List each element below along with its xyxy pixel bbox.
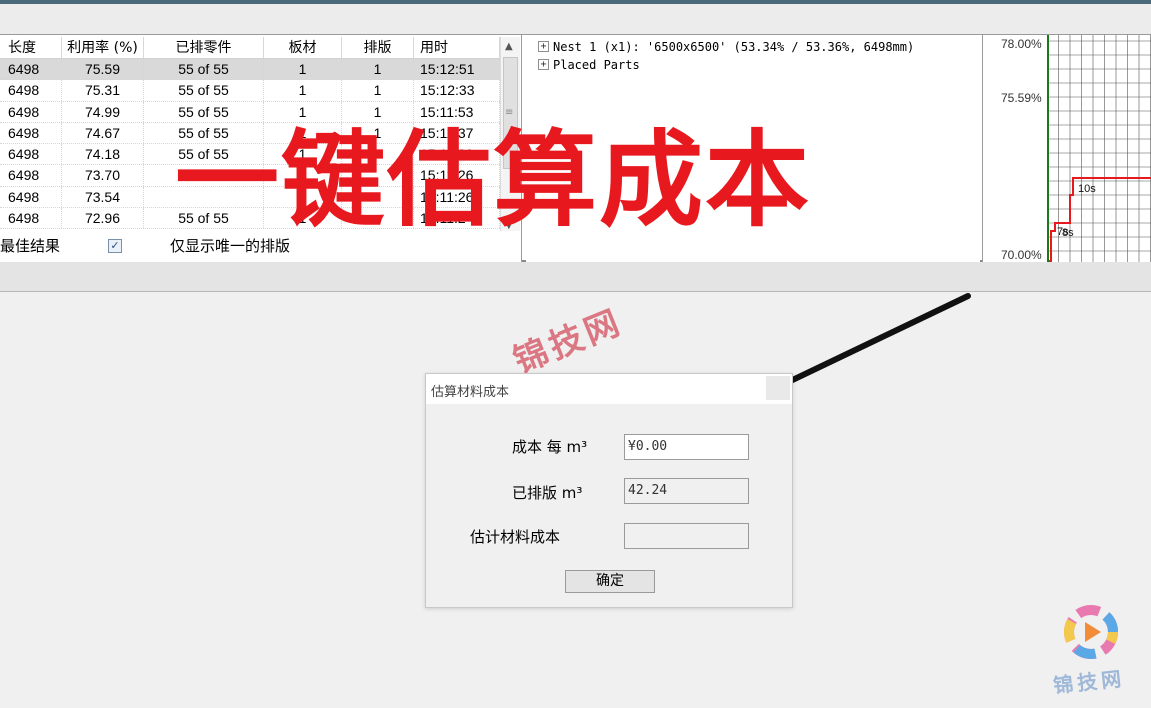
graph-label-bottom: 70.00%: [1001, 248, 1042, 262]
estimate-cost-dialog: 估算材料成本 成本 每 m³ ¥0.00 已排版 m³ 42.24 估计材料成本…: [425, 373, 793, 608]
table-cell: 15:12:33: [414, 80, 500, 101]
top-toolbar: [0, 0, 1151, 34]
col-header-layouts[interactable]: 排版: [342, 37, 414, 58]
nested-volume-label: 已排版 m³: [512, 484, 583, 502]
utilization-graph: 78.00% 75.59% 70.00% 10s 7s 8s: [982, 35, 1151, 263]
table-cell: 75.59: [62, 59, 144, 80]
table-row[interactable]: 6498 75.59 55 of 55 1 1 15:12:51: [0, 59, 500, 81]
ok-button[interactable]: 确定: [565, 570, 655, 593]
table-cell: 6498: [0, 59, 62, 80]
tree-item-nest[interactable]: + Nest 1 (x1): '6500x6500' (53.34% / 53.…: [538, 38, 914, 55]
table-cell: 1: [264, 59, 342, 80]
table-cell: 1: [342, 59, 414, 80]
table-cell: 6498: [0, 186, 62, 208]
col-header-time[interactable]: 用时: [414, 37, 500, 58]
unique-only-checkbox[interactable]: ✓: [108, 239, 122, 253]
table-cell: 6498: [0, 208, 62, 229]
graph-label-top: 78.00%: [1001, 37, 1042, 51]
graph-annotation: 8s: [1062, 227, 1074, 239]
table-cell: 15:12:51: [414, 59, 500, 80]
col-header-utilization[interactable]: 利用率 (%): [62, 37, 144, 58]
cost-per-m3-input[interactable]: ¥0.00: [624, 434, 749, 460]
lower-toolbar-strip: [0, 262, 1151, 292]
col-header-sheets[interactable]: 板材: [264, 37, 342, 58]
table-cell: 73.70: [62, 165, 144, 186]
tree-item-label: Placed Parts: [553, 57, 640, 72]
table-cell: 6498: [0, 144, 62, 165]
table-cell: 55 of 55: [144, 80, 264, 101]
table-cell: 1: [342, 80, 414, 101]
table-cell: 75.31: [62, 80, 144, 101]
table-cell: 6498: [0, 165, 62, 186]
tree-item-placed-parts[interactable]: + Placed Parts: [538, 56, 640, 73]
close-button[interactable]: [766, 376, 790, 400]
col-header-length[interactable]: 长度: [0, 37, 62, 58]
graph-progress-line: [1049, 177, 1151, 262]
table-cell: 6498: [0, 122, 62, 144]
table-cell: 55 of 55: [144, 59, 264, 80]
estimated-cost-field: [624, 523, 749, 549]
graph-label-best: 75.59%: [1001, 91, 1042, 105]
table-cell: 74.18: [62, 144, 144, 165]
tree-item-label: Nest 1 (x1): '6500x6500' (53.34% / 53.36…: [553, 39, 915, 54]
table-header: 长度 利用率 (%) 已排零件 板材 排版 用时: [0, 37, 500, 59]
graph-plot: 10s7s8s: [1047, 35, 1151, 263]
dialog-title: 估算材料成本: [431, 385, 510, 400]
table-row[interactable]: 6498 75.31 55 of 55 1 1 15:12:33: [0, 80, 500, 102]
table-cell: 74.99: [62, 101, 144, 122]
expand-icon[interactable]: +: [538, 59, 549, 70]
graph-annotation: 10s: [1078, 183, 1096, 195]
table-cell: 6498: [0, 80, 62, 101]
nested-volume-field: 42.24: [624, 478, 749, 504]
dialog-titlebar[interactable]: 估算材料成本: [426, 374, 792, 404]
table-cell: 73.54: [62, 186, 144, 208]
headline-overlay: 一键估算成本: [175, 119, 812, 241]
col-header-parts[interactable]: 已排零件: [144, 37, 264, 58]
best-result-label: 最佳结果: [0, 237, 61, 255]
scroll-grip-icon: ≡: [505, 107, 514, 118]
watermark-text: 锦技网: [507, 301, 629, 382]
expand-icon[interactable]: +: [538, 41, 549, 52]
table-cell: 72.96: [62, 208, 144, 229]
estimated-cost-label: 估计材料成本: [470, 528, 561, 546]
table-cell: 6498: [0, 101, 62, 122]
table-cell: 74.67: [62, 122, 144, 144]
cost-per-m3-label: 成本 每 m³: [512, 438, 588, 456]
scroll-up-icon[interactable]: ▲: [505, 41, 513, 52]
table-cell: 1: [264, 80, 342, 101]
